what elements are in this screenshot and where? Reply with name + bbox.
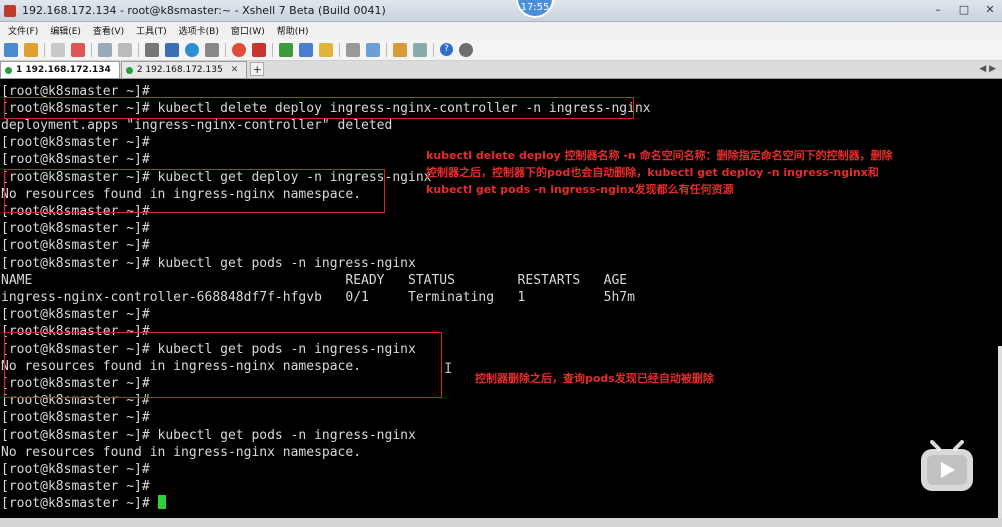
prompt-text: [root@k8smaster ~]#: [1, 496, 150, 511]
toolbar-separator: [225, 42, 226, 57]
tab-close-icon[interactable]: ✕: [231, 65, 239, 75]
new-session-icon[interactable]: [4, 42, 18, 57]
menu-edit[interactable]: 编辑(E): [50, 24, 81, 37]
menu-file[interactable]: 文件(F): [8, 24, 38, 37]
tab-label: 2 192.168.172.135: [136, 65, 223, 75]
toolbar-separator: [44, 42, 45, 57]
annotation-delete-explanation: kubectl delete deploy 控制器名称 -n 命名空间名称：删除…: [426, 147, 893, 198]
video-player-logo-icon: [921, 440, 973, 491]
terminal-line: [root@k8smaster ~]#: [1, 479, 150, 494]
highlight-box-get-deploy: [4, 169, 385, 213]
font-icon[interactable]: [205, 42, 219, 57]
terminal-line: [root@k8smaster ~]#: [1, 152, 150, 167]
session-tab-bar: 1 192.168.172.134 2 192.168.172.135 ✕ + …: [0, 61, 1002, 79]
keyboard-icon[interactable]: [346, 42, 360, 57]
highlight-box-delete-command: [4, 97, 634, 119]
terminal-line: [root@k8smaster ~]#: [1, 135, 150, 150]
title-bar: 192.168.172.134 - root@k8smaster:~ - Xsh…: [0, 0, 1002, 22]
terminal-line: deployment.apps "ingress-nginx-controlle…: [1, 118, 393, 133]
window-title: 192.168.172.134 - root@k8smaster:~ - Xsh…: [22, 4, 386, 17]
terminal-line: No resources found in ingress-nginx name…: [1, 445, 362, 460]
terminal-line: [root@k8smaster ~]# kubectl get pods -n …: [1, 256, 416, 271]
connected-status-icon: [125, 66, 133, 74]
terminal-line: [root@k8smaster ~]#: [1, 462, 150, 477]
settings-icon[interactable]: [459, 42, 473, 57]
connected-status-icon: [5, 66, 12, 74]
layout-icon[interactable]: [413, 42, 427, 57]
close-icon[interactable]: ✕: [982, 3, 998, 17]
toolbar: ?: [0, 39, 1002, 61]
compose-icon[interactable]: [366, 42, 380, 57]
help-icon[interactable]: ?: [440, 43, 453, 56]
text-insert-cursor-icon: I: [444, 361, 453, 377]
fullscreen-icon[interactable]: [279, 42, 293, 57]
terminal-line: [root@k8smaster ~]#: [1, 410, 150, 425]
annotation-line: kubectl delete deploy 控制器名称 -n 命名空间名称：删除…: [426, 149, 893, 162]
menu-tab[interactable]: 选项卡(B): [179, 24, 219, 37]
toolbar-separator: [433, 42, 434, 57]
prompt-line: [root@k8smaster ~]#: [1, 495, 166, 512]
script-icon[interactable]: [393, 42, 407, 57]
find-icon[interactable]: [145, 42, 159, 57]
lock-icon[interactable]: [319, 42, 333, 57]
menu-bar: 文件(F) 编辑(E) 查看(V) 工具(T) 选项卡(B) 窗口(W) 帮助(…: [0, 22, 1002, 39]
xftp-icon[interactable]: [232, 42, 246, 57]
tab-session-1[interactable]: 1 192.168.172.134: [0, 61, 120, 78]
annotation-line: kubectl get pods -n ingress-nginx发现都么有任何…: [426, 183, 734, 196]
window-controls: – □ ✕: [930, 3, 998, 17]
menu-view[interactable]: 查看(V): [93, 24, 124, 37]
xshell-app-icon: [4, 4, 16, 17]
toolbar-separator: [386, 42, 387, 57]
terminal-line: ingress-nginx-controller-668848df7f-hfgv…: [1, 290, 635, 305]
tab-session-2[interactable]: 2 192.168.172.135 ✕: [120, 61, 248, 78]
terminal-cursor: [157, 495, 166, 509]
tab-scroll-icon[interactable]: ◀ ▶: [979, 64, 996, 74]
annotation-line: 控制器之后，控制器下的pod也会自动删除，kubectl get deploy …: [426, 166, 879, 179]
transparency-icon[interactable]: [299, 42, 313, 57]
copy-icon[interactable]: [98, 42, 112, 57]
terminal-line: [root@k8smaster ~]#: [1, 307, 150, 322]
open-folder-icon[interactable]: [24, 42, 38, 57]
disconnect-icon[interactable]: [51, 42, 65, 57]
toolbar-separator: [138, 42, 139, 57]
annotation-pods-deleted: 控制器删除之后，查询pods发现已经自动被删除: [475, 372, 714, 385]
reconnect-icon[interactable]: [71, 42, 85, 57]
maximize-icon[interactable]: □: [956, 3, 972, 17]
terminal-line: NAME READY STATUS RESTARTS AGE: [1, 273, 628, 288]
terminal-line: [root@k8smaster ~]# kubectl get pods -n …: [1, 428, 416, 443]
terminal-icon[interactable]: [165, 42, 179, 57]
terminal-line: [root@k8smaster ~]#: [1, 221, 150, 236]
toolbar-separator: [339, 42, 340, 57]
status-bar: [0, 518, 1002, 527]
terminal-line: [root@k8smaster ~]#: [1, 238, 150, 253]
menu-window[interactable]: 窗口(W): [231, 24, 265, 37]
minimize-icon[interactable]: –: [930, 3, 946, 17]
highlight-box-get-pods: [4, 332, 442, 398]
clock-badge: 17:55: [516, 0, 554, 18]
globe-icon[interactable]: [185, 42, 199, 57]
toolbar-separator: [91, 42, 92, 57]
menu-tools[interactable]: 工具(T): [136, 24, 167, 37]
record-icon[interactable]: [252, 42, 266, 57]
tab-label: 1 192.168.172.134: [16, 65, 111, 75]
new-tab-button[interactable]: +: [250, 62, 265, 76]
toolbar-separator: [272, 42, 273, 57]
terminal-scrollbar[interactable]: [998, 346, 1002, 518]
paste-icon[interactable]: [118, 42, 132, 57]
menu-help[interactable]: 帮助(H): [277, 24, 309, 37]
terminal-area[interactable]: [root@k8smaster ~]# [root@k8smaster ~]# …: [0, 80, 1002, 518]
